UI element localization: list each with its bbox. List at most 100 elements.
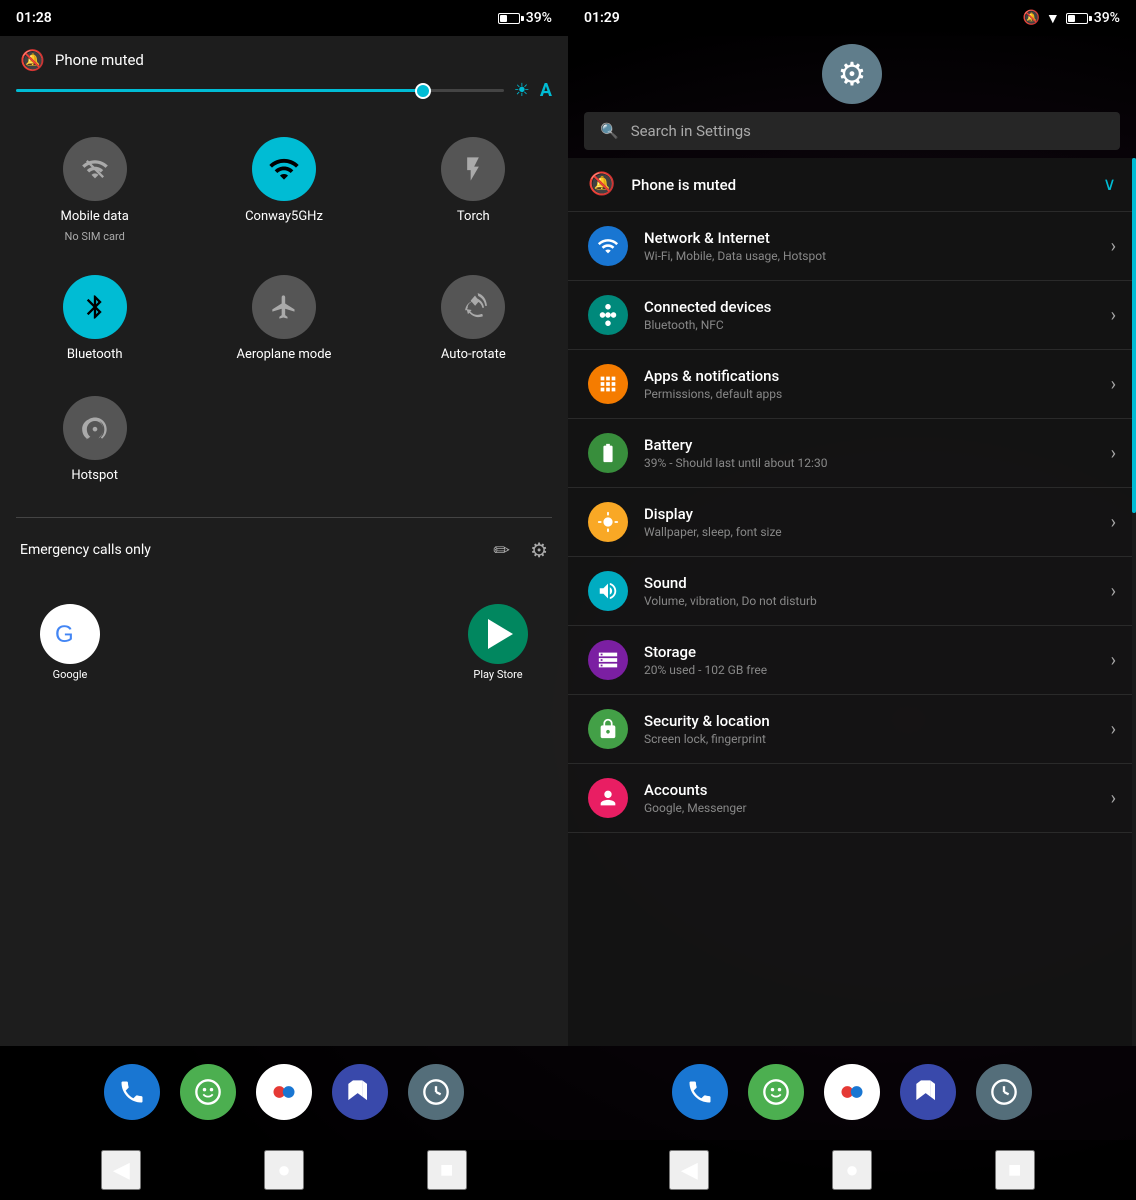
left-home-button[interactable]: ●: [264, 1150, 304, 1190]
settings-network[interactable]: Network & Internet Wi-Fi, Mobile, Data u…: [568, 212, 1136, 281]
right-nav-bar: ◀ ● ■: [568, 1140, 1136, 1200]
right-dock-duo[interactable]: [824, 1064, 880, 1120]
left-back-button[interactable]: ◀: [101, 1150, 141, 1190]
mobile-data-label: Mobile data: [61, 209, 129, 226]
app-playstore[interactable]: Play Store: [468, 604, 528, 681]
tile-torch[interactable]: Torch: [379, 121, 568, 259]
left-battery-text: 39%: [526, 10, 552, 26]
phone-muted-icon: 🔕: [588, 172, 615, 197]
display-sub: Wallpaper, sleep, font size: [644, 525, 1095, 539]
scroll-thumb[interactable]: [1132, 158, 1136, 513]
right-battery-text: 39%: [1094, 10, 1120, 26]
playstore-app-icon: [468, 604, 528, 664]
apps-text: Apps & notifications Permissions, defaul…: [644, 367, 1095, 401]
right-dock: ◀ ● ■: [568, 1046, 1136, 1200]
security-text: Security & location Screen lock, fingerp…: [644, 712, 1095, 746]
battery-icon-wrap: [588, 433, 628, 473]
right-dock-clock[interactable]: [976, 1064, 1032, 1120]
left-nav-bar: ◀ ● ■: [0, 1140, 568, 1200]
sound-icon-wrap: [588, 571, 628, 611]
google-app-label: Google: [53, 668, 88, 681]
accounts-sub: Google, Messenger: [644, 801, 1095, 815]
tile-mobile-data[interactable]: Mobile data No SIM card: [0, 121, 189, 259]
app-google[interactable]: G Google: [40, 604, 100, 681]
display-text: Display Wallpaper, sleep, font size: [644, 505, 1095, 539]
right-dock-phone[interactable]: [672, 1064, 728, 1120]
sound-sub: Volume, vibration, Do not disturb: [644, 594, 1095, 608]
network-text: Network & Internet Wi-Fi, Mobile, Data u…: [644, 229, 1095, 263]
dock-maps[interactable]: [332, 1064, 388, 1120]
left-recent-button[interactable]: ■: [427, 1150, 467, 1190]
apps-sub: Permissions, default apps: [644, 387, 1095, 401]
dock-clock[interactable]: [408, 1064, 464, 1120]
battery-sub: 39% - Should last until about 12:30: [644, 456, 1095, 470]
apps-title: Apps & notifications: [644, 367, 1095, 385]
security-title: Security & location: [644, 712, 1095, 730]
google-app-icon: G: [40, 604, 100, 664]
brightness-thumb[interactable]: [415, 83, 431, 99]
display-title: Display: [644, 505, 1095, 523]
settings-sound[interactable]: Sound Volume, vibration, Do not disturb …: [568, 557, 1136, 626]
apps-chevron: ›: [1111, 374, 1116, 395]
svg-text:G: G: [55, 621, 74, 648]
settings-list: 🔕 Phone is muted ∨ Network & Internet Wi…: [568, 158, 1136, 1046]
settings-accounts[interactable]: Accounts Google, Messenger ›: [568, 764, 1136, 833]
settings-display[interactable]: Display Wallpaper, sleep, font size ›: [568, 488, 1136, 557]
settings-icon[interactable]: ⚙: [530, 538, 548, 562]
dock-phone[interactable]: [104, 1064, 160, 1120]
tile-bluetooth[interactable]: Bluetooth: [0, 259, 189, 380]
right-dock-facemoji[interactable]: [748, 1064, 804, 1120]
battery-title: Battery: [644, 436, 1095, 454]
sound-text: Sound Volume, vibration, Do not disturb: [644, 574, 1095, 608]
settings-search-bar[interactable]: 🔍 Search in Settings: [584, 112, 1120, 150]
dock-duo[interactable]: [256, 1064, 312, 1120]
tile-autorotate[interactable]: Auto-rotate: [379, 259, 568, 380]
connected-chevron: ›: [1111, 305, 1116, 326]
right-home-button[interactable]: ●: [832, 1150, 872, 1190]
sound-chevron: ›: [1111, 581, 1116, 602]
storage-icon-wrap: [588, 640, 628, 680]
settings-storage[interactable]: Storage 20% used - 102 GB free ›: [568, 626, 1136, 695]
security-icon-wrap: [588, 709, 628, 749]
settings-connected[interactable]: Connected devices Bluetooth, NFC ›: [568, 281, 1136, 350]
quick-settings-panel: 🔕 Phone muted ☀ A Mobile data No SIM car…: [0, 36, 568, 1046]
storage-sub: 20% used - 102 GB free: [644, 663, 1095, 677]
settings-battery[interactable]: Battery 39% - Should last until about 12…: [568, 419, 1136, 488]
right-back-button[interactable]: ◀: [669, 1150, 709, 1190]
mute-status-icon: 🔕: [1022, 10, 1039, 26]
network-chevron: ›: [1111, 236, 1116, 257]
quick-tiles-grid: Mobile data No SIM card Conway5GHz Torch: [0, 113, 568, 509]
mute-bar: 🔕 Phone muted: [0, 36, 568, 80]
hotspot-icon: [63, 396, 127, 460]
tile-aeroplane[interactable]: Aeroplane mode: [189, 259, 378, 380]
mobile-data-icon: [63, 137, 127, 201]
right-status-icons: 🔕 ▼ 39%: [1022, 10, 1120, 27]
right-dock-maps[interactable]: [900, 1064, 956, 1120]
left-dock-row: [0, 1054, 568, 1140]
mobile-data-sublabel: No SIM card: [65, 230, 125, 243]
phone-muted-chevron: ∨: [1103, 174, 1116, 195]
autorotate-label: Auto-rotate: [441, 347, 506, 364]
brightness-slider[interactable]: [16, 89, 504, 92]
settings-apps[interactable]: Apps & notifications Permissions, defaul…: [568, 350, 1136, 419]
wifi-label: Conway5GHz: [245, 209, 323, 226]
qs-divider: [16, 517, 552, 518]
network-sub: Wi-Fi, Mobile, Data usage, Hotspot: [644, 249, 1095, 263]
accounts-chevron: ›: [1111, 788, 1116, 809]
right-time: 01:29: [584, 10, 620, 26]
left-battery-fill: [500, 15, 508, 22]
phone-muted-row[interactable]: 🔕 Phone is muted ∨: [568, 158, 1136, 212]
right-recent-button[interactable]: ■: [995, 1150, 1035, 1190]
battery-text: Battery 39% - Should last until about 12…: [644, 436, 1095, 470]
tile-wifi[interactable]: Conway5GHz: [189, 121, 378, 259]
accounts-text: Accounts Google, Messenger: [644, 781, 1095, 815]
storage-text: Storage 20% used - 102 GB free: [644, 643, 1095, 677]
brightness-row[interactable]: ☀ A: [0, 80, 568, 113]
display-chevron: ›: [1111, 512, 1116, 533]
tile-hotspot[interactable]: Hotspot: [0, 380, 189, 501]
dock-facemoji[interactable]: [180, 1064, 236, 1120]
edit-icon[interactable]: ✏: [493, 538, 510, 562]
autorotate-icon: [441, 275, 505, 339]
security-chevron: ›: [1111, 719, 1116, 740]
settings-security[interactable]: Security & location Screen lock, fingerp…: [568, 695, 1136, 764]
